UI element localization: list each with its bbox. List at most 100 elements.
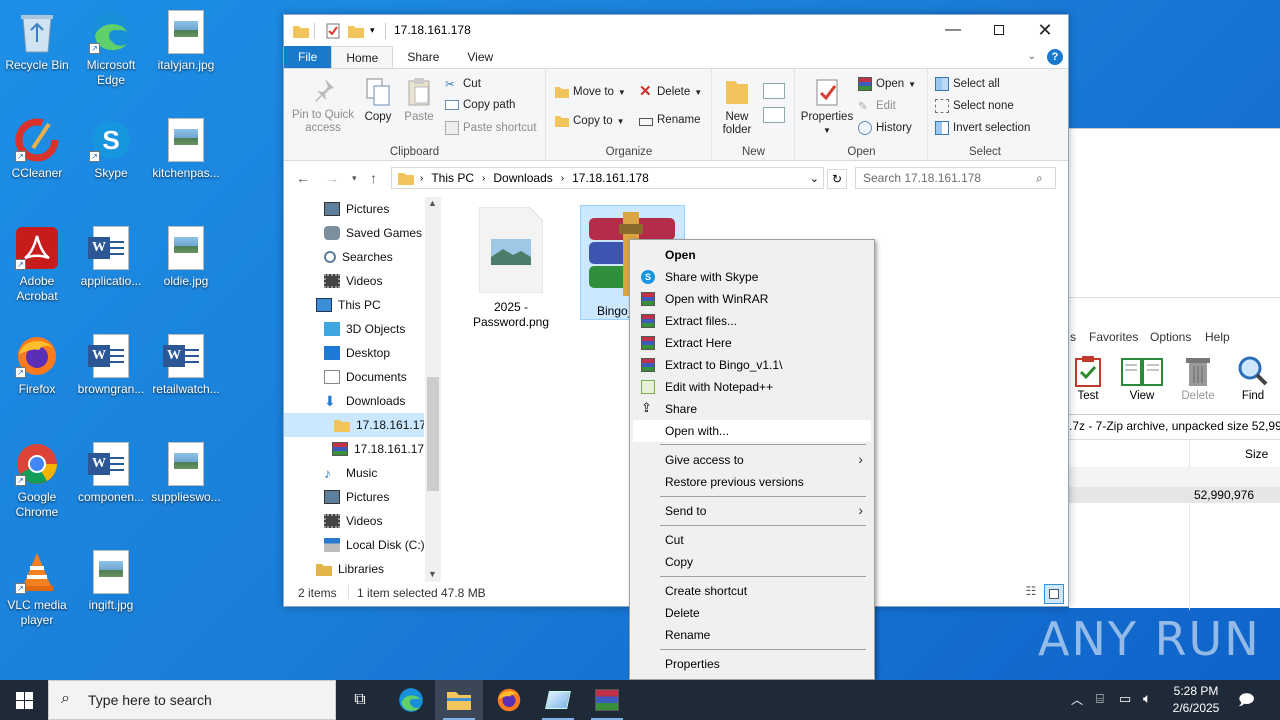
tree-item-music[interactable]: ♪ Music <box>284 461 424 485</box>
desktop-icon-edge[interactable]: ↗ Microsoft Edge <box>75 8 147 88</box>
back-arrow-icon[interactable]: ← <box>296 170 310 186</box>
scroll-thumb[interactable] <box>427 377 439 491</box>
rename-button[interactable]: Rename <box>639 114 700 126</box>
taskbar-search-box[interactable]: ⌕ Type here to search <box>48 680 336 720</box>
menu-item-extract-here[interactable]: Extract Here <box>633 332 871 354</box>
details-view-button[interactable]: ☷ <box>1022 584 1040 602</box>
tree-item-libraries[interactable]: Libraries <box>284 557 424 581</box>
context-menu[interactable]: Open S Share with Skype Open with WinRAR … <box>629 239 875 680</box>
new-item-button[interactable] <box>763 83 785 99</box>
edit-button[interactable]: ✎ Edit <box>858 99 896 113</box>
desktop-icon-chrome[interactable]: ↗ Google Chrome <box>1 440 73 520</box>
sevenzip-menu-options[interactable]: Options <box>1150 330 1191 344</box>
menu-item-open[interactable]: Open <box>633 244 871 266</box>
tree-item-videos[interactable]: Videos <box>284 269 424 293</box>
network-icon[interactable]: ▭ <box>1119 691 1131 707</box>
tree-item-videos-2[interactable]: Videos <box>284 509 424 533</box>
navigation-scrollbar[interactable]: ▲ ▼ <box>425 197 441 582</box>
close-button[interactable]: ✕ <box>1022 15 1068 45</box>
tree-item-archive[interactable]: 17.18.161.178 <box>284 437 424 461</box>
new-folder-button[interactable]: New folder <box>717 77 757 137</box>
menu-item-create-shortcut[interactable]: Create shortcut <box>633 580 871 602</box>
sevenzip-menu-help[interactable]: Help <box>1205 330 1230 344</box>
forward-arrow-icon[interactable]: → <box>325 170 339 186</box>
paste-button[interactable]: Paste <box>400 77 438 124</box>
file-item-password-png[interactable]: 2025 - Password.png <box>466 206 556 329</box>
clock[interactable]: 5:28 PM 2/6/2025 <box>1164 683 1228 717</box>
desktop-icon-retailwatch[interactable]: W retailwatch... <box>150 332 222 397</box>
tree-item-pictures[interactable]: Pictures <box>284 197 424 221</box>
select-all-button[interactable]: Select all <box>935 77 1000 91</box>
sevenzip-test-button[interactable]: Test <box>1072 355 1104 402</box>
desktop-icon-applicatio[interactable]: W applicatio... <box>75 224 147 289</box>
breadcrumb-this-pc[interactable]: This PC <box>431 171 474 185</box>
desktop-icon-componen[interactable]: W componen... <box>75 440 147 505</box>
menu-item-give-access-to[interactable]: Give access to › <box>633 449 871 471</box>
menu-item-open-with-winrar[interactable]: Open with WinRAR <box>633 288 871 310</box>
address-dropdown-icon[interactable]: ⌄ <box>810 172 819 185</box>
desktop-icon-firefox[interactable]: ↗ Firefox <box>1 332 73 397</box>
sevenzip-view-button[interactable]: View <box>1119 355 1165 402</box>
address-bar[interactable]: › This PC › Downloads › 17.18.161.178 ⌄ <box>391 167 824 189</box>
select-none-button[interactable]: Select none <box>935 99 1014 113</box>
sevenzip-menu-favorites[interactable]: Favorites <box>1089 330 1138 344</box>
sevenzip-menu-file[interactable]: s <box>1070 330 1076 344</box>
tree-item-this-pc[interactable]: This PC <box>284 293 424 317</box>
invert-selection-button[interactable]: Invert selection <box>935 121 1030 135</box>
menu-item-restore-previous-versions[interactable]: Restore previous versions <box>633 471 871 493</box>
desktop-icon-ingift[interactable]: ingift.jpg <box>75 548 147 613</box>
paste-shortcut-button[interactable]: Paste shortcut <box>445 121 537 135</box>
desktop-icon-oldie[interactable]: oldie.jpg <box>150 224 222 289</box>
tab-share[interactable]: Share <box>393 46 453 68</box>
scroll-up-icon[interactable]: ▲ <box>428 198 437 208</box>
tree-item-downloads[interactable]: ⬇ Downloads <box>284 389 424 413</box>
desktop-icon-recycle-bin[interactable]: Recycle Bin <box>1 8 73 73</box>
open-button[interactable]: Open ▼ <box>858 77 916 91</box>
device-icon[interactable]: ⌸ <box>1096 691 1104 707</box>
maximize-button[interactable] <box>976 15 1022 45</box>
start-button[interactable] <box>0 680 48 720</box>
notifications-icon[interactable]: 🗩︎ <box>1238 690 1255 715</box>
taskbar-winrar[interactable] <box>583 680 631 720</box>
properties-quick-icon[interactable] <box>326 23 340 39</box>
search-input[interactable]: Search 17.18.161.178 <box>855 167 1056 189</box>
show-hidden-icons-button[interactable]: ︿ <box>1071 691 1083 708</box>
desktop-icon-ccleaner[interactable]: ↗ CCleaner <box>1 116 73 181</box>
large-icons-view-button[interactable] <box>1044 584 1064 604</box>
tab-home[interactable]: Home <box>331 46 394 68</box>
tree-item-searches[interactable]: Searches <box>284 245 424 269</box>
expand-ribbon-icon[interactable]: ⌄ <box>1028 51 1036 62</box>
taskbar-firefox[interactable] <box>485 680 533 720</box>
menu-item-open-with[interactable]: Open with... <box>633 420 871 442</box>
tab-view[interactable]: View <box>453 46 507 68</box>
sevenzip-col-size[interactable]: Size <box>1245 447 1268 461</box>
tree-item-documents[interactable]: Documents <box>284 365 424 389</box>
refresh-button[interactable]: ↻ <box>827 169 847 189</box>
new-folder-quick-icon[interactable] <box>348 24 364 38</box>
menu-item-extract-to[interactable]: Extract to Bingo_v1.1\ <box>633 354 871 376</box>
menu-item-send-to[interactable]: Send to › <box>633 500 871 522</box>
menu-item-cut[interactable]: Cut <box>633 529 871 551</box>
up-arrow-icon[interactable]: ↑ <box>370 170 377 186</box>
cut-button[interactable]: ✂ Cut <box>445 77 481 91</box>
move-to-button[interactable]: Move to ▼ <box>555 85 626 99</box>
menu-item-share[interactable]: ⇪ Share <box>633 398 871 420</box>
desktop-icon-kitchenpas[interactable]: kitchenpas... <box>150 116 222 181</box>
taskbar-file-explorer[interactable] <box>435 680 483 720</box>
tree-item-3d-objects[interactable]: 3D Objects <box>284 317 424 341</box>
volume-icon[interactable]: 🔈︎ <box>1143 690 1151 707</box>
menu-item-edit-notepadpp[interactable]: Edit with Notepad++ <box>633 376 871 398</box>
help-icon[interactable]: ? <box>1047 49 1063 65</box>
history-button[interactable]: History <box>858 121 912 135</box>
task-view-button[interactable]: ⧉ <box>336 680 384 720</box>
menu-item-properties[interactable]: Properties <box>633 653 871 675</box>
tree-item-pictures-2[interactable]: Pictures <box>284 485 424 509</box>
desktop-icon-skype[interactable]: S ↗ Skype <box>75 116 147 181</box>
title-bar[interactable]: ▾ 17.18.161.178 — ✕ <box>284 15 1068 47</box>
menu-item-copy[interactable]: Copy <box>633 551 871 573</box>
desktop-icon-acrobat[interactable]: ↗ Adobe Acrobat <box>1 224 73 304</box>
properties-button[interactable]: Properties ▼ <box>798 77 856 137</box>
sevenzip-find-button[interactable]: Find <box>1233 355 1273 402</box>
easy-access-button[interactable] <box>763 107 785 123</box>
taskbar-edge[interactable] <box>387 680 435 720</box>
